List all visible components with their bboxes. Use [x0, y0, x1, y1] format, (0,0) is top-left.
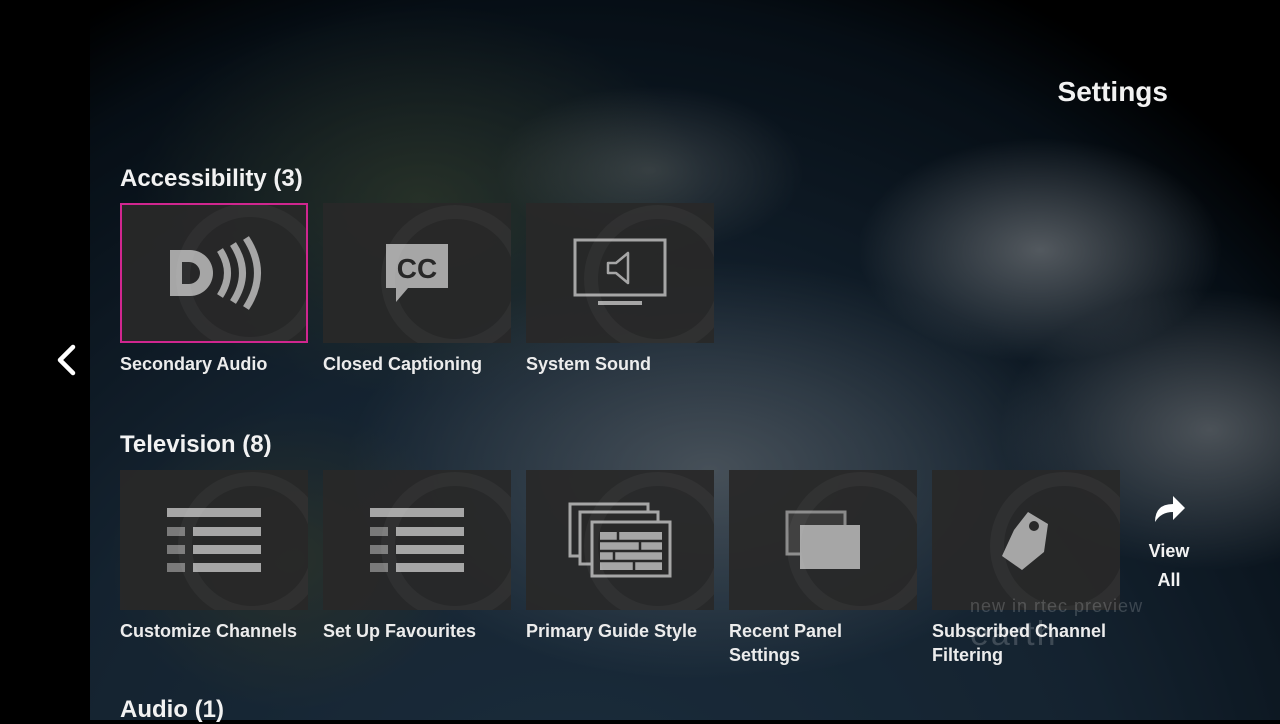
- tile-primary-guide-style-thumbnail: [526, 470, 714, 610]
- tile-subscribed-channel-filtering-thumbnail: [932, 470, 1120, 610]
- tile-primary-guide-style[interactable]: Primary Guide Style: [526, 470, 714, 667]
- page-title: Settings: [1057, 76, 1168, 107]
- accessibility-tile-row: Secondary Audio CC Closed Captioning Sys…: [120, 203, 714, 376]
- back-button[interactable]: [46, 340, 86, 380]
- tile-system-sound-thumbnail: [526, 203, 714, 343]
- forward-arrow-icon: [1155, 496, 1185, 522]
- tile-customize-channels[interactable]: Customize Channels: [120, 470, 308, 667]
- tile-recent-panel-settings[interactable]: Recent Panel Settings: [729, 470, 917, 667]
- chevron-left-icon: [57, 344, 76, 376]
- tile-closed-captioning[interactable]: CC Closed Captioning: [323, 203, 511, 376]
- tile-label: Set Up Favourites: [323, 621, 477, 641]
- section-title-accessibility: Accessibility (3): [120, 165, 303, 192]
- tile-label: Primary Guide Style: [526, 621, 698, 641]
- tile-recent-panel-settings-thumbnail: [729, 470, 917, 610]
- tile-label: Customize Channels: [120, 621, 298, 641]
- tile-secondary-audio[interactable]: Secondary Audio: [120, 203, 308, 376]
- tile-customize-channels-thumbnail: [120, 470, 308, 610]
- tile-label: System Sound: [526, 354, 652, 374]
- tile-system-sound[interactable]: System Sound: [526, 203, 714, 376]
- view-all-label: View All: [1148, 541, 1190, 590]
- tile-secondary-audio-thumbnail: [120, 203, 308, 343]
- section-title-television: Television (8): [120, 431, 272, 458]
- view-all-button[interactable]: View All: [1140, 494, 1198, 595]
- tile-label: Secondary Audio: [120, 354, 268, 374]
- tile-closed-captioning-thumbnail: CC: [323, 203, 511, 343]
- tile-set-up-favourites-thumbnail: [323, 470, 511, 610]
- channel-watermark: new in rtec preview earth: [970, 596, 1144, 653]
- tile-set-up-favourites[interactable]: Set Up Favourites: [323, 470, 511, 667]
- tile-label: Closed Captioning: [323, 354, 482, 374]
- tile-label: Recent Panel Settings: [729, 621, 843, 665]
